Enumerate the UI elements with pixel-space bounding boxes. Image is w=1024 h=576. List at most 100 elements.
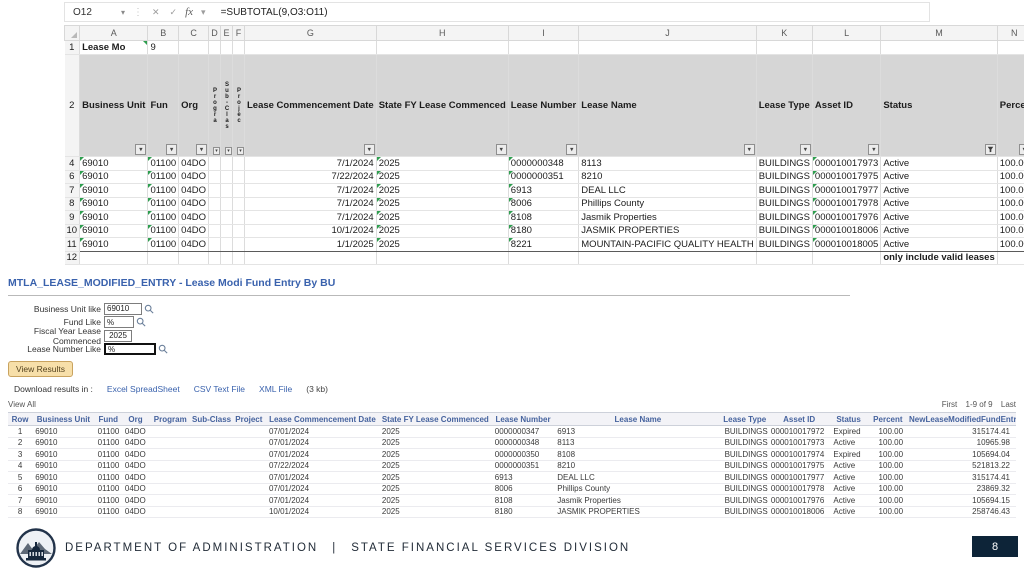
cell[interactable]: 69010 xyxy=(80,238,148,252)
cell[interactable]: JASMIK PROPERTIES xyxy=(579,224,756,238)
column-letter[interactable]: E xyxy=(220,26,232,41)
column-letter[interactable]: I xyxy=(508,26,578,41)
column-letter[interactable]: F xyxy=(232,26,244,41)
cell-a1[interactable]: Lease Mo xyxy=(80,41,148,55)
header-org[interactable]: Org▾ xyxy=(179,55,209,157)
cell[interactable]: 1/1/2025 xyxy=(244,238,376,252)
header-lease-name[interactable]: Lease Name▾ xyxy=(579,55,756,157)
cell[interactable]: 2025 xyxy=(376,170,508,184)
cell[interactable]: Active xyxy=(881,238,997,252)
column-letter[interactable]: N xyxy=(997,26,1024,41)
cell[interactable]: 69010 xyxy=(80,157,148,171)
cell[interactable]: 100.00 xyxy=(997,211,1024,225)
cell[interactable]: 2025 xyxy=(376,238,508,252)
cell[interactable]: 04DO xyxy=(179,238,209,252)
cell[interactable]: Active xyxy=(881,170,997,184)
filter-dropdown-icon[interactable]: ▾ xyxy=(166,144,177,155)
cell[interactable]: 7/22/2024 xyxy=(244,170,376,184)
cell[interactable]: 000010018006 xyxy=(812,224,880,238)
cell[interactable]: Active xyxy=(881,157,997,171)
row-number[interactable]: 11 xyxy=(65,238,80,252)
download-csv-link[interactable]: CSV Text File xyxy=(194,384,245,394)
cell[interactable]: DEAL LLC xyxy=(579,184,756,198)
cell[interactable]: BUILDINGS xyxy=(756,157,812,171)
chevron-down-icon[interactable]: ▾ xyxy=(121,8,129,17)
cancel-icon[interactable]: ✕ xyxy=(147,7,165,18)
enter-icon[interactable]: ✓ xyxy=(165,7,183,18)
column-letter[interactable]: B xyxy=(148,26,179,41)
cell[interactable]: 8108 xyxy=(508,211,578,225)
cell[interactable]: 7/1/2024 xyxy=(244,157,376,171)
cell[interactable]: 69010 xyxy=(80,184,148,198)
row-number[interactable]: 7 xyxy=(65,184,80,198)
cell[interactable] xyxy=(208,184,220,198)
cell[interactable]: 7/1/2024 xyxy=(244,211,376,225)
cell[interactable] xyxy=(208,238,220,252)
cell[interactable] xyxy=(232,170,244,184)
row-number[interactable]: 6 xyxy=(65,170,80,184)
filter-dropdown-icon[interactable]: ▾ xyxy=(135,144,146,155)
cell[interactable]: 8180 xyxy=(508,224,578,238)
cell[interactable]: 8210 xyxy=(579,170,756,184)
row-number[interactable]: 2 xyxy=(65,55,80,157)
cell[interactable]: BUILDINGS xyxy=(756,224,812,238)
cell[interactable]: 000010017976 xyxy=(812,211,880,225)
column-letter[interactable]: J xyxy=(579,26,756,41)
column-letter[interactable]: D xyxy=(208,26,220,41)
cell[interactable] xyxy=(208,211,220,225)
cell[interactable]: 04DO xyxy=(179,211,209,225)
lookup-icon[interactable] xyxy=(158,344,168,354)
cell[interactable]: 100.00 xyxy=(997,157,1024,171)
header-lease-type[interactable]: Lease Type▾ xyxy=(756,55,812,157)
cell[interactable] xyxy=(232,238,244,252)
cell[interactable] xyxy=(220,197,232,211)
cell[interactable]: 69010 xyxy=(80,170,148,184)
filter-dropdown-icon[interactable]: ▾ xyxy=(868,144,879,155)
cell[interactable]: 04DO xyxy=(179,184,209,198)
row-number[interactable]: 12 xyxy=(65,251,80,265)
header-project[interactable]: Projec▾ xyxy=(232,55,244,157)
cell[interactable] xyxy=(232,224,244,238)
cell[interactable]: 01100 xyxy=(148,170,179,184)
cell[interactable]: 04DO xyxy=(179,170,209,184)
fiscal-year-input[interactable] xyxy=(104,330,132,342)
download-xml-link[interactable]: XML File xyxy=(259,384,292,394)
pagination-last[interactable]: Last xyxy=(1001,400,1016,409)
header-lease-commencement-date[interactable]: Lease Commencement Date▾ xyxy=(244,55,376,157)
cell[interactable] xyxy=(208,170,220,184)
cell[interactable]: Active xyxy=(881,224,997,238)
cell[interactable]: 000010018005 xyxy=(812,238,880,252)
cell[interactable] xyxy=(232,211,244,225)
header-percent[interactable]: Perce▾ xyxy=(997,55,1024,157)
cell[interactable]: 2025 xyxy=(376,211,508,225)
cell[interactable]: 10/1/2024 xyxy=(244,224,376,238)
cell[interactable]: 8113 xyxy=(579,157,756,171)
filter-dropdown-icon[interactable]: ▾ xyxy=(566,144,577,155)
cell[interactable]: 01100 xyxy=(148,211,179,225)
cell-b1[interactable]: 9 xyxy=(148,41,179,55)
pagination-first[interactable]: First xyxy=(942,400,958,409)
cell[interactable] xyxy=(232,197,244,211)
column-letter[interactable]: H xyxy=(376,26,508,41)
filter-dropdown-icon[interactable]: ▾ xyxy=(213,147,220,155)
cell[interactable] xyxy=(232,184,244,198)
lease-number-input[interactable] xyxy=(104,343,156,355)
column-letter[interactable]: A xyxy=(80,26,148,41)
filter-dropdown-icon[interactable]: ▾ xyxy=(225,147,232,155)
row-number[interactable]: 1 xyxy=(65,41,80,55)
cell[interactable]: 100.00 xyxy=(997,224,1024,238)
cell[interactable]: 2025 xyxy=(376,184,508,198)
cell[interactable]: 0000000348 xyxy=(508,157,578,171)
cell[interactable] xyxy=(220,238,232,252)
cell[interactable]: 8221 xyxy=(508,238,578,252)
header-sub-class[interactable]: Sub-Clas▾ xyxy=(220,55,232,157)
filter-dropdown-icon[interactable]: ▾ xyxy=(237,147,244,155)
cell[interactable] xyxy=(232,157,244,171)
view-results-button[interactable]: View Results xyxy=(8,361,73,377)
cell[interactable]: 100.00 xyxy=(997,184,1024,198)
cell[interactable]: 2025 xyxy=(376,157,508,171)
cell[interactable]: BUILDINGS xyxy=(756,238,812,252)
header-business-unit[interactable]: Business Unit▾ xyxy=(80,55,148,157)
filter-dropdown-icon[interactable]: ▾ xyxy=(496,144,507,155)
cell[interactable]: 01100 xyxy=(148,157,179,171)
